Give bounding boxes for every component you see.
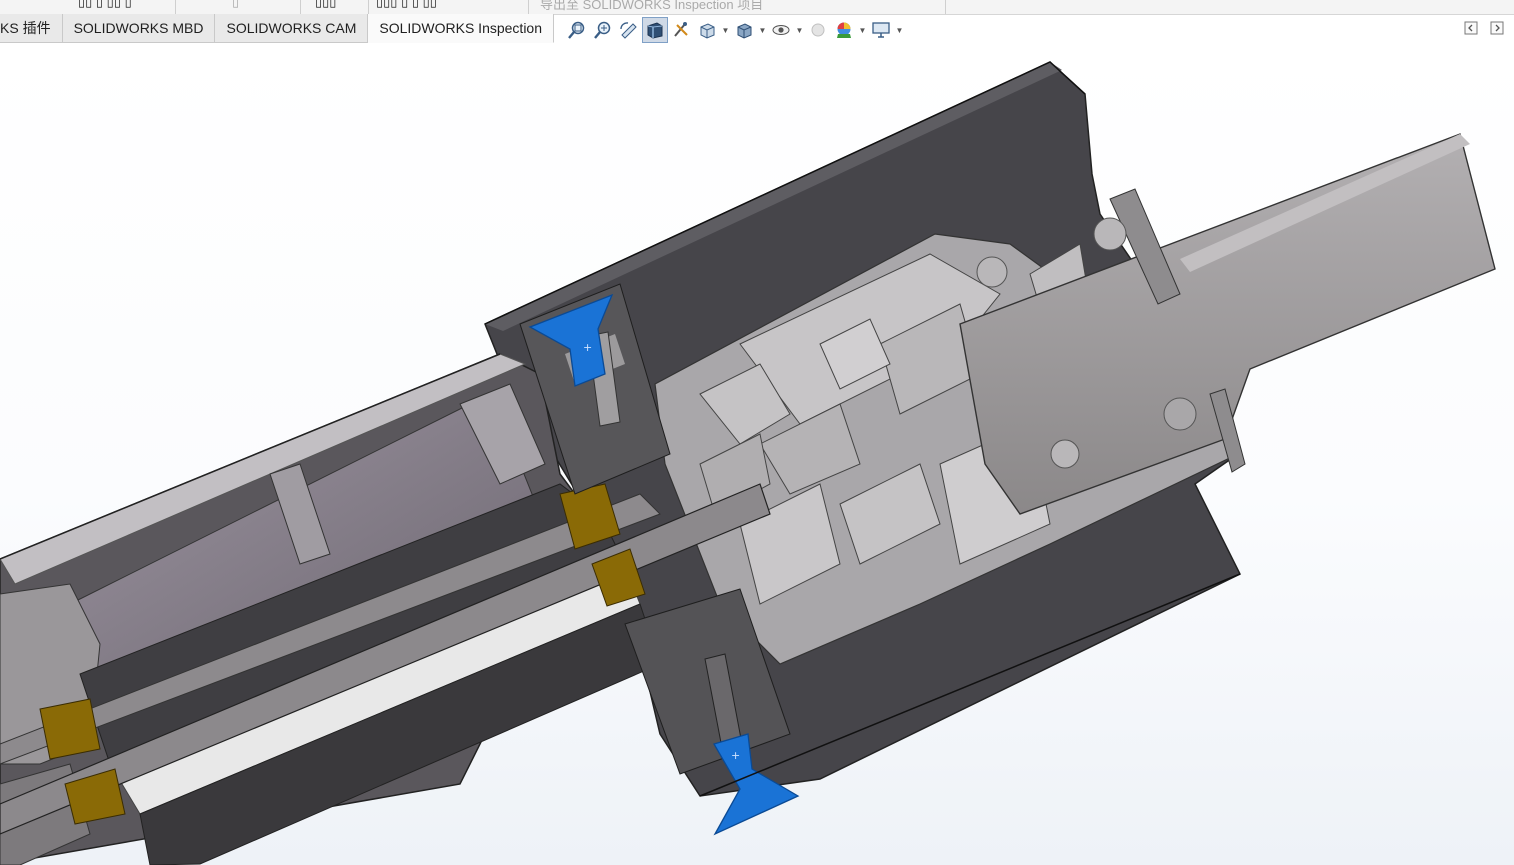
bearing-ball bbox=[1163, 397, 1197, 431]
command-manager-tabs: KS 插件 SOLIDWORKS MBD SOLIDWORKS CAM SOLI… bbox=[0, 14, 555, 43]
cut-off-label: ▯▯ ▯ ▯▯ ▯ bbox=[78, 0, 132, 9]
export-inspection-hint[interactable]: 导出至 SOLIDWORKS Inspection 项目 bbox=[540, 0, 763, 13]
svg-text:+: + bbox=[583, 341, 592, 354]
chevron-down-icon[interactable]: ▼ bbox=[721, 18, 730, 42]
cut-off-label: ▯▯▯ bbox=[315, 0, 337, 9]
collapse-right-panel-icon[interactable] bbox=[1490, 21, 1504, 35]
display-style-icon[interactable] bbox=[732, 18, 756, 42]
cut-off-label: ▯▯▯ ▯ ▯ ▯▯ bbox=[376, 0, 437, 9]
tab-solidworks-mbd[interactable]: SOLIDWORKS MBD bbox=[62, 14, 216, 43]
tab-solidworks-cam[interactable]: SOLIDWORKS CAM bbox=[215, 14, 369, 43]
chevron-down-icon[interactable]: ▼ bbox=[858, 18, 867, 42]
bronze-bushing bbox=[39, 698, 101, 760]
previous-view-icon[interactable] bbox=[617, 18, 641, 42]
solidworks-window: ▯▯ ▯ ▯▯ ▯ ▯ ▯▯▯ ▯▯▯ ▯ ▯ ▯▯ 导出至 SOLIDWORK… bbox=[0, 0, 1514, 865]
tab-ks-addins[interactable]: KS 插件 bbox=[0, 14, 63, 43]
command-manager-top-strip: ▯▯ ▯ ▯▯ ▯ ▯ ▯▯▯ ▯▯▯ ▯ ▯ ▯▯ 导出至 SOLIDWORK… bbox=[0, 0, 1514, 15]
view-orientation-icon[interactable] bbox=[695, 18, 719, 42]
tab-solidworks-inspection[interactable]: SOLIDWORKS Inspection bbox=[368, 14, 555, 43]
chevron-down-icon[interactable]: ▼ bbox=[895, 18, 904, 42]
graphics-area[interactable]: + + bbox=[0, 44, 1514, 865]
zoom-to-area-icon[interactable] bbox=[591, 18, 615, 42]
view-settings-icon[interactable] bbox=[869, 18, 893, 42]
bearing-ball bbox=[1050, 439, 1080, 469]
chevron-down-icon[interactable]: ▼ bbox=[758, 18, 767, 42]
bearing-ball bbox=[1093, 217, 1127, 251]
chevron-down-icon[interactable]: ▼ bbox=[795, 18, 804, 42]
collapse-left-panel-icon[interactable] bbox=[1464, 21, 1478, 35]
section-view-icon[interactable] bbox=[642, 17, 668, 43]
task-pane-buttons bbox=[1464, 21, 1504, 35]
zoom-to-fit-icon[interactable] bbox=[565, 18, 589, 42]
svg-text:+: + bbox=[731, 749, 740, 762]
hide-show-items-icon[interactable] bbox=[769, 18, 793, 42]
dynamic-annotation-icon[interactable] bbox=[669, 18, 693, 42]
section-view-model: + + bbox=[0, 61, 1496, 865]
edit-appearance-icon[interactable] bbox=[806, 18, 830, 42]
heads-up-view-toolbar: ▼ ▼ ▼ ▼ ▼ bbox=[565, 16, 904, 44]
apply-scene-icon[interactable] bbox=[832, 18, 856, 42]
cut-off-label: ▯ bbox=[232, 0, 240, 9]
bearing-ball bbox=[976, 256, 1008, 288]
